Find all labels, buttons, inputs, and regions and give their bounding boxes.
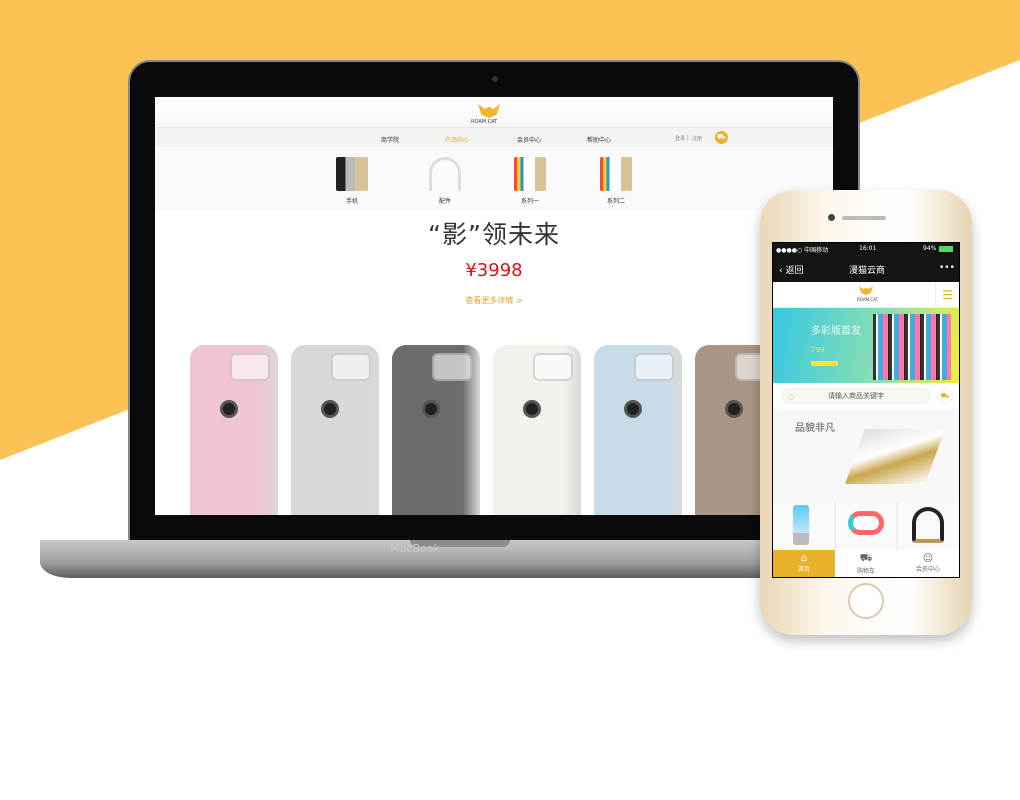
product-band[interactable] (835, 501, 897, 553)
tab-label: 会员中心 (915, 566, 940, 573)
popup-camera (533, 353, 573, 381)
more-icon[interactable]: ••• (939, 263, 955, 273)
camera-lens (523, 400, 541, 418)
product-headphones[interactable] (898, 501, 959, 553)
popup-camera (432, 353, 472, 381)
roam-cat-logo[interactable] (859, 286, 873, 295)
tab-home[interactable]: ⌂ 首页 (773, 550, 835, 577)
popup-camera (230, 353, 270, 381)
home-button[interactable] (848, 583, 884, 619)
main-nav: 商学院 产品中心 会员中心 帮助中心 登录 | 注册 ⛟ (155, 127, 833, 147)
category-item[interactable]: 手机 (327, 157, 377, 205)
status-bar: ●●●●○ 中国移动 16:01 94% (773, 243, 959, 255)
nav-item[interactable]: 商学院 (381, 135, 399, 144)
back-label: 返回 (785, 266, 804, 276)
title-bar: ‹ 返回 漫猫云商 ••• (773, 255, 959, 282)
category-bar: 手机 配件 系列一 系列二 (155, 147, 833, 211)
camera-lens (725, 400, 743, 418)
product-grid (773, 501, 959, 553)
home-icon: ⌂ (800, 553, 808, 564)
category-item[interactable]: 系列二 (591, 157, 641, 205)
bottom-tab-bar: ⌂ 首页 ⛟ 购物车 ☺ 会员中心 (773, 550, 959, 577)
menu-icon[interactable]: ☰ (935, 282, 959, 308)
product-phone (291, 345, 379, 515)
popup-camera (331, 353, 371, 381)
nav-item[interactable]: 会员中心 (517, 135, 541, 144)
site-header: ROAM CAT (155, 97, 833, 127)
macbook-label: MacBook (390, 542, 440, 555)
speaker (842, 216, 886, 220)
tab-cart[interactable]: ⛟ 购物车 (835, 550, 897, 577)
banner-price: 799 (811, 346, 825, 354)
price: ¥3998 (465, 260, 523, 281)
camera-lens (624, 400, 642, 418)
category-label: 系列一 (520, 198, 539, 205)
back-button[interactable]: ‹ 返回 (779, 263, 803, 276)
camera-lens (220, 400, 238, 418)
time: 16:01 (859, 245, 877, 252)
search-placeholder: 请输入商品关键字 (828, 392, 884, 400)
phone-thumb (600, 157, 632, 191)
user-icon: ☺ (922, 553, 934, 564)
logo-text: ROAM CAT (471, 119, 498, 125)
search-input[interactable]: ○ 请输入商品关键字 (781, 388, 931, 404)
headphone-thumb (429, 157, 461, 191)
nav-item[interactable]: 帮助中心 (587, 135, 611, 144)
phone-screen: ●●●●○ 中国移动 16:01 94% ‹ 返回 漫猫云商 ••• ROAM … (772, 242, 960, 578)
product-phone (493, 345, 581, 515)
tab-label: 首页 (797, 566, 810, 573)
battery-icon (939, 246, 953, 252)
product-lamp[interactable] (773, 501, 834, 553)
search-icon: ○ (788, 393, 795, 401)
separator: | (687, 135, 689, 141)
phone-thumb (514, 157, 546, 191)
promo-phone-image (844, 429, 946, 484)
category-item[interactable]: 配件 (420, 157, 470, 205)
headline: “影”领未来 (428, 220, 560, 249)
more-details-link[interactable]: 查看更多详情 > (155, 295, 833, 306)
category-label: 手机 (345, 198, 358, 205)
camera-lens (422, 400, 440, 418)
cart-icon[interactable]: ⛟ (937, 388, 953, 404)
carrier: ●●●●○ 中国移动 (776, 247, 829, 254)
webcam (492, 76, 498, 82)
app-title: 漫猫云商 (849, 266, 886, 276)
mobile-header: ROAM CAT ☰ (773, 282, 959, 308)
search-bar: ○ 请输入商品关键字 ⛟ (773, 383, 959, 409)
category-item[interactable]: 系列一 (505, 157, 555, 205)
laptop-base: MacBook (40, 540, 790, 578)
banner-button[interactable] (811, 361, 838, 366)
cart-icon: ⛟ (859, 553, 873, 564)
register-link[interactable]: 注册 (692, 135, 702, 142)
banner-title: 多彩版首发 (811, 326, 861, 337)
category-label: 系列二 (606, 198, 625, 205)
logo-text: ROAM CAT (857, 297, 878, 302)
tab-member[interactable]: ☺ 会员中心 (897, 550, 959, 577)
product-phone (594, 345, 682, 515)
popup-camera (634, 353, 674, 381)
login-link[interactable]: 登录 (675, 135, 685, 142)
category-label: 配件 (438, 198, 451, 205)
promo-title: 品貌非凡 (795, 423, 835, 434)
product-phone (392, 345, 480, 515)
battery: 94% (923, 245, 937, 252)
tab-label: 购物车 (856, 568, 875, 575)
product-phone (190, 345, 278, 515)
phone-thumb (336, 157, 368, 191)
cart-icon[interactable]: ⛟ (715, 131, 728, 144)
banner-phones-image (873, 314, 951, 380)
front-camera (828, 214, 835, 221)
banner[interactable]: 多彩版首发 799 (773, 308, 959, 383)
roam-cat-logo[interactable] (478, 104, 500, 118)
nav-item-active[interactable]: 产品中心 (445, 135, 469, 144)
promo-section[interactable]: 品貌非凡 (773, 409, 959, 501)
camera-lens (321, 400, 339, 418)
laptop-screen: ROAM CAT 商学院 产品中心 会员中心 帮助中心 登录 | 注册 ⛟ 手机… (155, 97, 833, 515)
